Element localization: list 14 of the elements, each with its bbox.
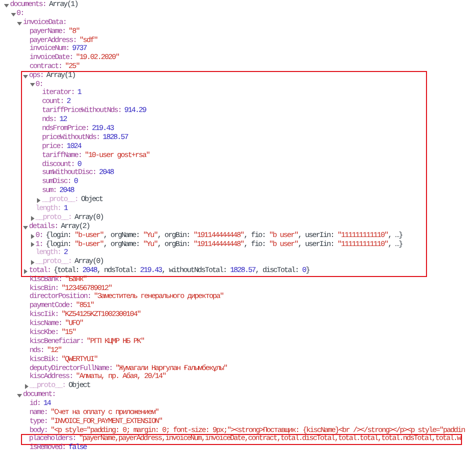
caret-icon[interactable] <box>30 216 34 221</box>
caret-icon[interactable] <box>4 2 9 8</box>
caret-icon[interactable] <box>36 198 41 204</box>
caret-icon[interactable] <box>30 260 34 266</box>
caret-icon[interactable] <box>17 20 22 26</box>
caret-icon[interactable] <box>23 74 28 79</box>
caret-icon[interactable] <box>23 269 28 274</box>
caret-icon[interactable] <box>30 242 34 248</box>
caret-icon[interactable] <box>23 224 28 230</box>
caret-icon[interactable] <box>10 12 16 17</box>
caret-icon[interactable] <box>30 82 34 88</box>
caret-icon[interactable] <box>24 384 28 390</box>
caret-icon[interactable] <box>30 234 34 239</box>
caret-icon[interactable] <box>17 393 22 398</box>
